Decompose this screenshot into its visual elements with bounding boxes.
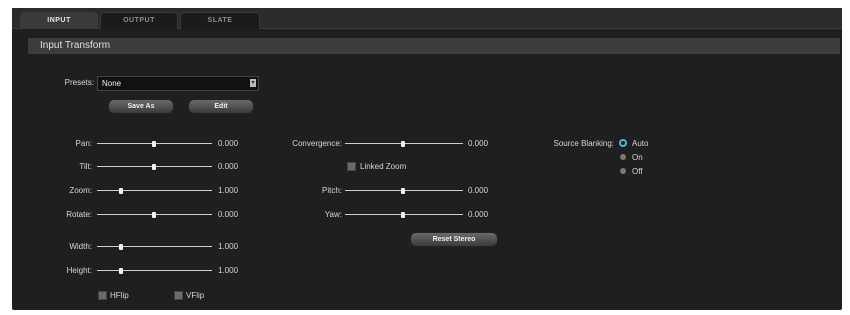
pitch-thumb[interactable] [401, 188, 405, 194]
convergence-slider[interactable] [345, 141, 463, 147]
height-slider[interactable] [97, 268, 212, 274]
source-blanking-off-radio[interactable] [620, 168, 626, 174]
rotate-value: 0.000 [218, 210, 239, 219]
yaw-thumb[interactable] [401, 212, 405, 218]
pitch-slider[interactable] [345, 188, 463, 194]
tab-bar: INPUT OUTPUT SLATE [12, 8, 842, 29]
presets-label: Presets: [64, 78, 94, 87]
dropdown-arrow-icon: ▾ [250, 79, 256, 87]
linked-zoom-checkbox[interactable] [347, 162, 356, 171]
convergence-value: 0.000 [468, 139, 489, 148]
pitch-value: 0.000 [468, 186, 489, 195]
pitch-label: Pitch: [321, 186, 342, 195]
zoom-label: Zoom: [69, 186, 92, 195]
presets-value: None [102, 79, 122, 88]
edit-button[interactable]: Edit [188, 99, 254, 114]
tilt-thumb[interactable] [152, 164, 156, 170]
pan-thumb[interactable] [152, 141, 156, 147]
height-value: 1.000 [218, 266, 239, 275]
width-label: Width: [69, 242, 92, 251]
reset-stereo-button[interactable]: Reset Stereo [410, 232, 498, 247]
width-thumb[interactable] [119, 244, 123, 250]
yaw-slider[interactable] [345, 212, 463, 218]
pan-slider[interactable] [97, 141, 212, 147]
tilt-value: 0.000 [218, 162, 239, 171]
source-blanking-on-label: On [632, 153, 643, 162]
rotate-slider[interactable] [97, 212, 212, 218]
tab-input[interactable]: INPUT [20, 12, 98, 29]
hflip-label: HFlip [110, 291, 129, 300]
section-title: Input Transform [40, 40, 111, 51]
save-as-button[interactable]: Save As [108, 99, 174, 114]
source-blanking-auto-radio[interactable] [619, 139, 627, 147]
width-value: 1.000 [218, 242, 239, 251]
tilt-label: Tilt: [79, 162, 92, 171]
vflip-label: VFlip [186, 291, 205, 300]
width-slider[interactable] [97, 244, 212, 250]
tab-slate[interactable]: SLATE [180, 12, 260, 29]
section-header: Input Transform [28, 38, 840, 54]
height-thumb[interactable] [119, 268, 123, 274]
convergence-label: Convergence: [292, 139, 342, 148]
tab-output[interactable]: OUTPUT [100, 12, 178, 29]
pan-value: 0.000 [218, 139, 239, 148]
source-blanking-off-label: Off [632, 167, 643, 176]
source-blanking-auto-label: Auto [632, 139, 649, 148]
convergence-thumb[interactable] [401, 141, 405, 147]
yaw-label: Yaw: [324, 210, 342, 219]
zoom-thumb[interactable] [119, 188, 123, 194]
vflip-checkbox[interactable] [174, 291, 183, 300]
height-label: Height: [66, 266, 92, 275]
source-blanking-label: Source Blanking: [553, 139, 614, 148]
rotate-label: Rotate: [66, 210, 92, 219]
hflip-checkbox[interactable] [98, 291, 107, 300]
zoom-value: 1.000 [218, 186, 239, 195]
tilt-slider[interactable] [97, 164, 212, 170]
pan-label: Pan: [75, 139, 92, 148]
presets-dropdown[interactable]: None ▾ [97, 76, 259, 91]
rotate-thumb[interactable] [152, 212, 156, 218]
linked-zoom-label: Linked Zoom [360, 162, 407, 171]
zoom-slider[interactable] [97, 188, 212, 194]
yaw-value: 0.000 [468, 210, 489, 219]
source-blanking-on-radio[interactable] [620, 154, 626, 160]
input-panel: INPUT OUTPUT SLATE Input Transform Prese… [12, 8, 842, 310]
